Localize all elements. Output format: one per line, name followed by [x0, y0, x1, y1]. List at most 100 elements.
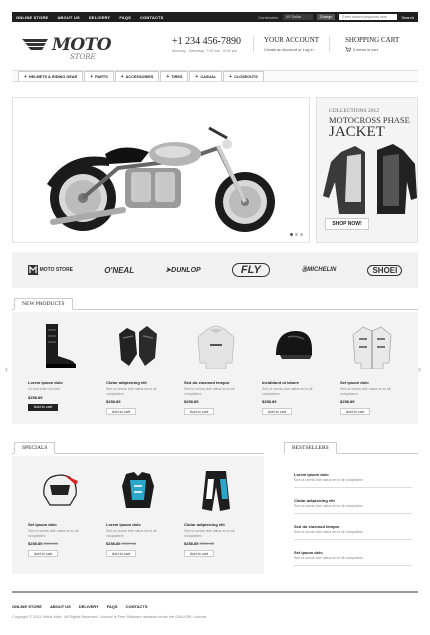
product-price: $258.89	[262, 399, 277, 404]
add-to-cart-button[interactable]: Add to cart	[340, 408, 370, 415]
main-slider[interactable]	[12, 97, 310, 243]
product-name[interactable]: Set ipsum dolo	[340, 380, 404, 385]
add-to-cart-button[interactable]: Add to cart	[184, 408, 214, 415]
add-to-cart-button[interactable]: Add to cart	[184, 550, 214, 557]
logo-sub-text: STORE	[70, 53, 96, 61]
menu-item-accessories[interactable]: + ACCESSORIES	[114, 71, 160, 81]
menu-item-label: TIRES	[171, 74, 183, 79]
bestseller-name[interactable]: Set ipsum dolo	[294, 550, 412, 555]
menu-item-parts[interactable]: + PARTS	[84, 71, 114, 81]
brand-dunlop[interactable]: ➤ DUNLOP	[165, 266, 200, 275]
footer-nav-contacts[interactable]: CONTACTS	[126, 604, 148, 609]
top-tools: Currencies: US Dollar Change Search	[258, 14, 414, 20]
add-to-cart-button[interactable]: Add to cart	[106, 408, 136, 415]
jacket-image	[323, 144, 417, 214]
bestseller-desc: Sed ut omnis iste natus error sit volupt…	[294, 478, 364, 482]
product-image[interactable]	[32, 320, 88, 372]
bestseller-name[interactable]: Clotur adipisicing elit	[294, 498, 412, 503]
search-input[interactable]	[339, 14, 398, 20]
motorcycle-image	[47, 126, 275, 232]
shop-now-button[interactable]: SHOP NOW!	[325, 218, 369, 230]
plus-icon: +	[195, 73, 199, 80]
product-price: $258.89	[28, 394, 43, 400]
promo-collection: COLLECTIONS 2012	[329, 108, 379, 114]
old-price: $335.88	[199, 541, 215, 546]
menu-item-casual[interactable]: + CASUAL	[189, 71, 223, 81]
currency-select[interactable]: US Dollar	[282, 14, 313, 20]
special-card: Clotur adipisicing elit Sed ut omnis ist…	[184, 468, 248, 557]
bestseller-item: Clotur adipisicing elit Sed ut omnis ist…	[294, 498, 412, 514]
top-bar: ONLINE STORE ABOUT US DELIVERY FAQS CONT…	[12, 12, 418, 22]
brand-moto-store[interactable]: MOTO STORE	[27, 265, 73, 275]
top-nav-online-store[interactable]: ONLINE STORE	[16, 15, 48, 20]
brand-label: SHOEI	[367, 264, 403, 276]
slider-dot[interactable]	[290, 233, 293, 236]
bestseller-item: Sed do eiusmod tempor Sed ut omnis iste …	[294, 524, 412, 540]
gloves-icon	[119, 326, 157, 366]
product-image[interactable]	[188, 320, 244, 372]
sale-price: $258.89	[28, 541, 43, 546]
bestseller-item: Lorem ipsum dolo Sed ut omnis iste natus…	[294, 472, 412, 488]
opening-hours: Monday - Saturday: 7:00 am - 6:00 pm	[172, 49, 238, 53]
phone-number: +1 234 456-7890	[172, 36, 241, 47]
brand-michelin[interactable]: ☃ MICHELIN	[301, 266, 336, 274]
product-name[interactable]: Sed do eiusmod tempor	[184, 380, 248, 385]
product-card: Lorem ipsum dolo Ut wisi enim ad mini $2…	[28, 320, 92, 411]
product-name[interactable]: Lorem ipsum dolo	[106, 522, 170, 527]
slider-dot[interactable]	[295, 233, 298, 236]
menu-item-helmets[interactable]: + HELMETS & RIDING GEAR	[18, 71, 84, 81]
product-image[interactable]	[266, 320, 322, 372]
top-nav-contacts[interactable]: CONTACTS	[140, 15, 164, 20]
product-name[interactable]: Clotur adipisicing elit	[106, 380, 170, 385]
bestseller-desc: Sed ut omnis iste natus error sit volupt…	[294, 556, 364, 560]
promo-banner[interactable]: COLLECTIONS 2012 MOTOCROSS PHASE JACKET …	[316, 97, 418, 243]
brand-fly[interactable]: FLY	[231, 263, 270, 277]
bestseller-name[interactable]: Lorem ipsum dolo	[294, 472, 412, 477]
add-to-cart-button[interactable]: Add to cart	[262, 408, 292, 415]
product-desc: Sed ut omnis iste natus error sit volupt…	[28, 529, 79, 538]
product-name[interactable]: Incididunt ut labore	[262, 380, 326, 385]
footer-nav-faqs[interactable]: FAQS	[107, 604, 118, 609]
product-image[interactable]	[32, 468, 88, 514]
top-nav-delivery[interactable]: DELIVERY	[89, 15, 110, 20]
product-image[interactable]	[110, 468, 166, 514]
top-nav-faqs[interactable]: FAQS	[119, 15, 131, 20]
brand-shoei[interactable]: SHOEI	[367, 264, 403, 276]
product-desc: Ut wisi enim ad mini	[28, 387, 60, 391]
sale-price: $258.89	[184, 541, 199, 546]
change-currency-button[interactable]: Change	[316, 14, 336, 20]
menu-item-label: HELMETS & RIDING GEAR	[28, 74, 78, 79]
plus-icon: +	[90, 73, 94, 80]
product-desc: Sed ut omnis iste natus error sit volupt…	[262, 387, 313, 396]
product-image[interactable]	[188, 468, 244, 514]
add-to-cart-button[interactable]: Add to cart	[28, 550, 58, 557]
main-menu: + HELMETS & RIDING GEAR + PARTS + ACCESSORI…	[12, 70, 418, 82]
header: MOTO STORE +1 234 456-7890 Monday - Satu…	[12, 28, 418, 68]
search-button[interactable]: Search	[401, 15, 414, 20]
bestseller-name[interactable]: Sed do eiusmod tempor	[294, 524, 412, 529]
footer-nav-delivery[interactable]: DELIVERY	[79, 604, 99, 609]
slider-dot[interactable]	[300, 233, 303, 236]
carousel-prev-arrow[interactable]: ‹	[5, 364, 8, 374]
footer-nav-about-us[interactable]: ABOUT US	[50, 604, 71, 609]
jacket-icon	[352, 326, 392, 369]
product-image[interactable]	[110, 320, 166, 372]
create-account-link[interactable]: Create an Account	[264, 47, 297, 52]
logo[interactable]: MOTO STORE	[22, 34, 132, 62]
product-name[interactable]: Set ipsum dolo	[28, 522, 92, 527]
brand-oneal[interactable]: O'NEAL	[104, 266, 134, 275]
product-name[interactable]: Lorem ipsum dolo	[28, 380, 92, 385]
footer-nav-online-store[interactable]: ONLINE STORE	[12, 604, 42, 609]
top-nav-about-us[interactable]: ABOUT US	[57, 15, 80, 20]
cart-block[interactable]: SHOPPING CART 0 items in cart	[345, 36, 399, 52]
menu-item-label: CLOSEOUTS	[234, 74, 258, 79]
old-price: $335.88	[43, 541, 59, 546]
product-name[interactable]: Clotur adipisicing elit	[184, 522, 248, 527]
menu-item-closeouts[interactable]: + CLOSEOUTS	[223, 71, 264, 81]
add-to-cart-button[interactable]: Add to cart	[106, 550, 136, 557]
login-link[interactable]: Log in	[303, 47, 314, 52]
carousel-next-arrow[interactable]: ›	[418, 364, 421, 374]
product-image[interactable]	[344, 320, 400, 372]
add-to-cart-button[interactable]: Add to cart	[28, 403, 58, 411]
menu-item-tires[interactable]: + TIRES	[160, 71, 189, 81]
